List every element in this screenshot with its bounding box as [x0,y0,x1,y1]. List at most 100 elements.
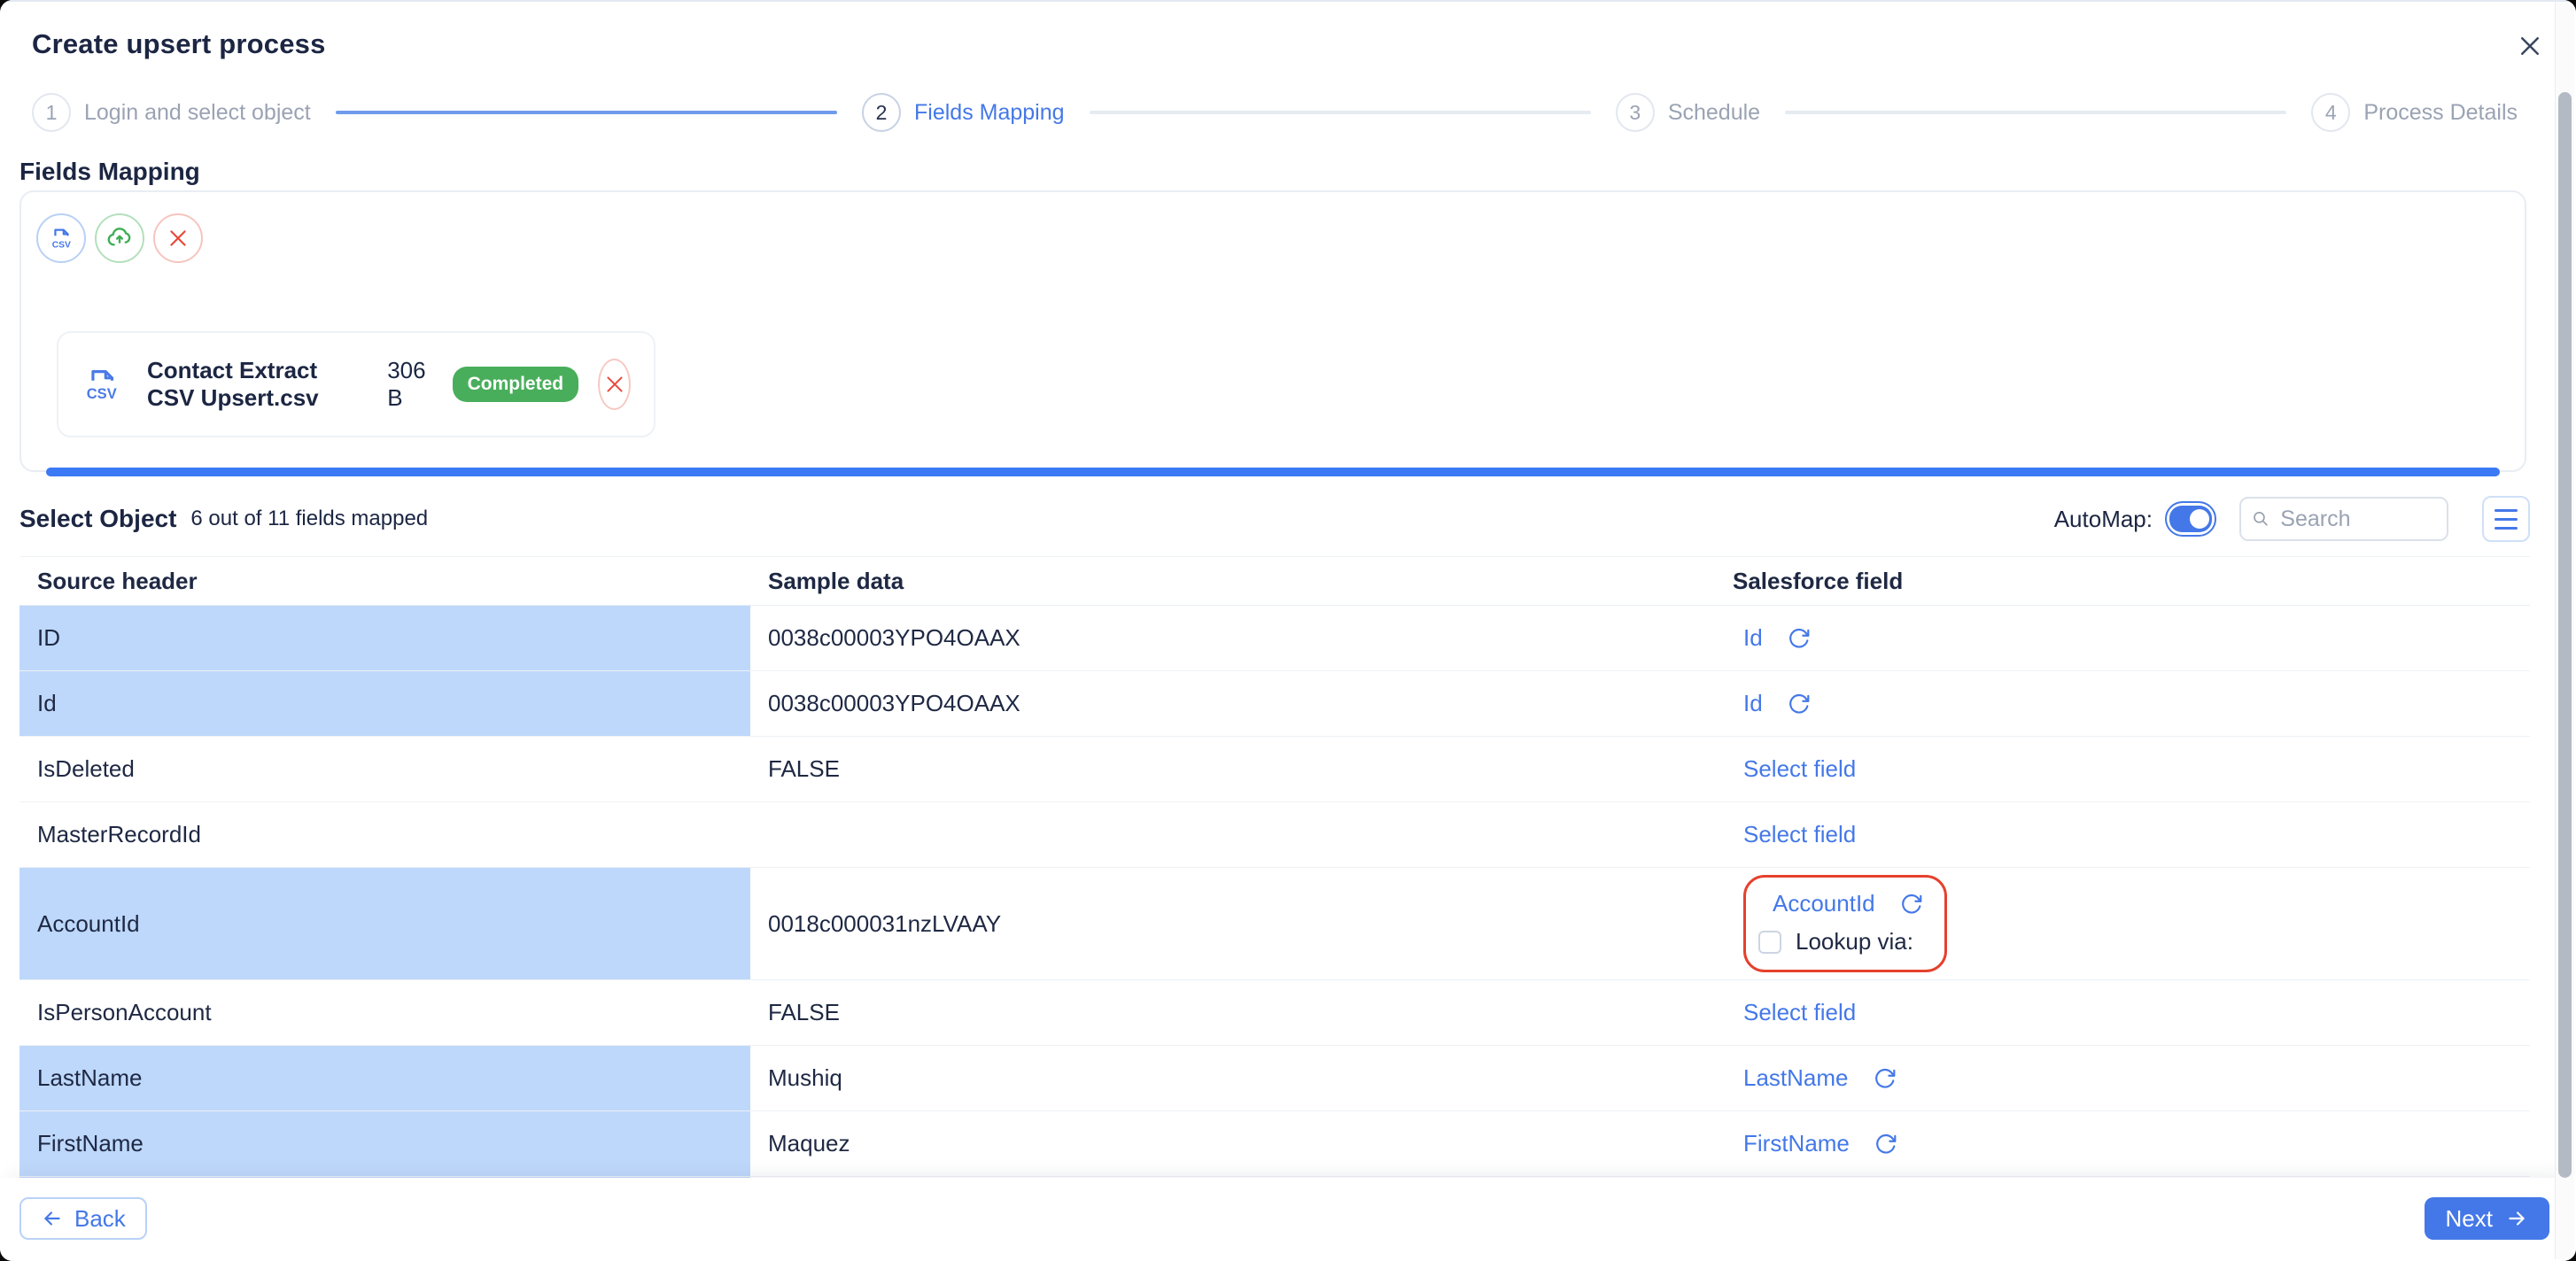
stepper-step-2[interactable]: 2 Fields Mapping [862,93,1065,132]
source-header-cell: ID [19,606,750,670]
next-button[interactable]: Next [2425,1197,2549,1240]
close-icon[interactable] [2514,30,2546,62]
create-upsert-dialog: Create upsert process 1 Login and select … [0,0,2576,1261]
salesforce-field-cell: AccountId Lookup via: [1715,868,2530,979]
refresh-mapping-icon[interactable] [1874,1067,1897,1090]
arrow-left-icon [41,1207,64,1230]
lookup-via-label: Lookup via: [1796,928,1913,955]
source-header-cell: MasterRecordId [19,802,750,867]
salesforce-field-cell: LastName [1715,1046,2530,1110]
salesforce-field-cell: Select field [1715,737,2530,801]
back-button[interactable]: Back [19,1197,147,1240]
automap-toggle[interactable] [2165,501,2216,537]
dialog-top-border [0,0,2576,2]
refresh-mapping-icon[interactable] [1900,893,1923,916]
table-row: IsPersonAccountFALSE Select field [19,980,2530,1046]
step-number: 1 [32,93,71,132]
refresh-mapping-icon[interactable] [1788,692,1811,716]
source-header-cell: LastName [19,1046,750,1110]
mapped-field-link[interactable]: LastName [1743,1064,1849,1092]
select-object-bar: Select Object 6 out of 11 fields mapped … [19,496,2530,542]
source-header-cell: Id [19,671,750,736]
table-row: FirstNameMaquezFirstName [19,1111,2530,1177]
step-label: Schedule [1668,100,1760,126]
file-status-badge: Completed [453,367,579,402]
sample-data-cell: 0038c00003YPO4OAAX [750,606,1715,670]
source-header-cell: IsPersonAccount [19,980,750,1045]
step-label: Process Details [2363,100,2518,126]
upload-cloud-icon[interactable] [95,213,144,263]
source-header-cell: IsDeleted [19,737,750,801]
file-name: Contact Extract CSV Upsert.csv [147,357,359,412]
refresh-mapping-icon[interactable] [1788,627,1811,650]
fields-mapping-table: Source header Sample data Salesforce fie… [19,556,2530,1190]
select-field-link[interactable]: Select field [1743,999,1856,1026]
sample-data-cell: Mushiq [750,1046,1715,1110]
col-header-source: Source header [19,557,750,605]
remove-icon[interactable] [153,213,203,263]
mapped-field-link[interactable]: AccountId [1773,890,1875,917]
sample-data-cell: Maquez [750,1111,1715,1176]
page-title: Create upsert process [32,28,326,60]
svg-text:CSV: CSV [87,385,117,402]
search-box [2239,497,2448,541]
salesforce-field-cell: FirstName [1715,1111,2530,1176]
search-icon [2252,508,2270,530]
svg-text:CSV: CSV [52,240,71,250]
file-remove-icon[interactable] [598,359,631,410]
stepper-step-1[interactable]: 1 Login and select object [32,93,311,132]
uploaded-file-card: CSV Contact Extract CSV Upsert.csv 306 B… [57,331,656,437]
automap-label: AutoMap: [2054,506,2153,533]
upload-progress-bar [46,468,2500,476]
mapped-count-summary: 6 out of 11 fields mapped [190,507,428,531]
step-label: Fields Mapping [914,100,1065,126]
fields-mapping-heading: Fields Mapping [19,158,200,186]
column-menu-icon[interactable] [2482,496,2530,542]
wizard-footer: Back Next [0,1178,2576,1261]
sample-data-cell: FALSE [750,980,1715,1045]
col-header-salesforce: Salesforce field [1715,557,2530,605]
col-header-sample: Sample data [750,557,1715,605]
upload-progress-track [46,468,2500,476]
salesforce-field-cell: Id [1715,606,2530,670]
upload-panel: CSV CSV Contact Ext [19,190,2526,472]
table-header-row: Source header Sample data Salesforce fie… [19,557,2530,606]
source-header-cell: FirstName [19,1111,750,1176]
step-number: 2 [862,93,901,132]
table-row: IsDeletedFALSE Select field [19,737,2530,802]
stepper-step-3[interactable]: 3 Schedule [1616,93,1760,132]
sample-data-cell: 0038c00003YPO4OAAX [750,671,1715,736]
upload-toolbar: CSV [36,213,203,263]
mapped-field-link[interactable]: Id [1743,624,1763,652]
table-row: AccountId0018c000031nzLVAAYAccountIdLook… [19,868,2530,980]
search-input[interactable] [2280,507,2436,532]
csv-file-type-icon: CSV [81,364,122,405]
arrow-right-icon [2505,1207,2528,1230]
scrollbar-thumb[interactable] [2558,92,2572,1178]
table-row: ID0038c00003YPO4OAAX Id [19,606,2530,671]
stepper-step-4[interactable]: 4Process Details [2311,93,2518,132]
mapped-field-link[interactable]: Id [1743,690,1763,717]
sample-data-cell [750,802,1715,867]
lookup-via-checkbox[interactable] [1758,931,1781,954]
step-connector [1090,111,1591,114]
step-number: 3 [1616,93,1655,132]
table-row: LastNameMushiqLastName [19,1046,2530,1111]
salesforce-field-cell: Select field [1715,802,2530,867]
salesforce-field-cell: Id [1715,671,2530,736]
step-label: Login and select object [84,100,311,126]
table-row: Id0038c00003YPO4OAAXId [19,671,2530,737]
refresh-mapping-icon[interactable] [1874,1133,1897,1156]
vertical-scrollbar[interactable] [2555,2,2574,1259]
select-field-link[interactable]: Select field [1743,755,1856,783]
file-size: 306 B [387,357,425,412]
sample-data-cell: FALSE [750,737,1715,801]
mapped-field-link[interactable]: FirstName [1743,1130,1850,1157]
salesforce-field-cell: Select field [1715,980,2530,1045]
csv-file-icon[interactable]: CSV [36,213,86,263]
lookup-highlight-outline: AccountId Lookup via: [1743,875,1947,972]
select-field-link[interactable]: Select field [1743,821,1856,848]
source-header-cell: AccountId [19,868,750,979]
step-connector [336,111,837,114]
select-object-heading: Select Object [19,505,176,533]
